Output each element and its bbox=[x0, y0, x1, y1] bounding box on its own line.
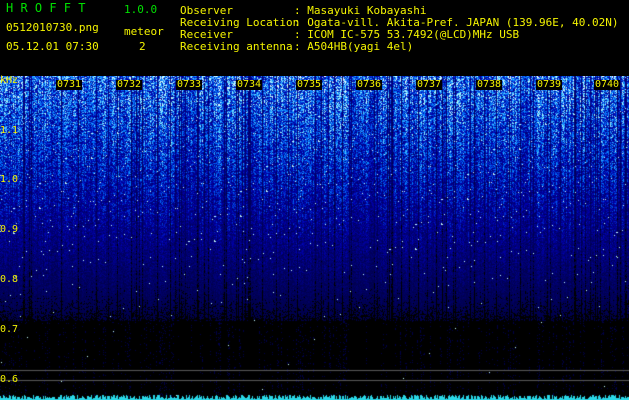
time-label-0735: 0735 bbox=[296, 79, 323, 90]
receiver-key: Receiver bbox=[180, 28, 233, 41]
meteor-count: 2 bbox=[139, 40, 146, 53]
antenna-value: : A504HB(yagi 4el) bbox=[294, 40, 414, 53]
freq-label-0-7: 0.7 bbox=[0, 324, 19, 335]
antenna-key: Receiving antenna bbox=[180, 40, 293, 53]
receiver-value: : ICOM IC-575 53.7492(@LCD)MHz USB bbox=[294, 28, 520, 41]
time-label-0736: 0736 bbox=[356, 79, 383, 90]
time-label-0733: 0733 bbox=[176, 79, 203, 90]
freq-label-1-0: 1.0 bbox=[0, 174, 19, 185]
freq-label-0-9: 0.9 bbox=[0, 224, 19, 235]
time-label-0732: 0732 bbox=[116, 79, 143, 90]
freq-label-1-1: 1.1 bbox=[0, 125, 19, 136]
time-label-0738: 0738 bbox=[476, 79, 503, 90]
time-label-0739: 0739 bbox=[536, 79, 563, 90]
time-label-0737: 0737 bbox=[416, 79, 443, 90]
freq-label-0-6: 0.6 bbox=[0, 374, 19, 385]
spectrogram-plot bbox=[0, 76, 629, 400]
time-label-0740: 0740 bbox=[594, 79, 621, 90]
location-key: Receiving Location bbox=[180, 16, 300, 29]
observer-key: Observer bbox=[180, 4, 233, 17]
meteor-label: meteor bbox=[124, 25, 164, 38]
location-value: : Ogata-vill. Akita-Pref. JAPAN (139.96E… bbox=[294, 16, 619, 29]
time-label-0731: 0731 bbox=[56, 79, 83, 90]
app-version: 1.0.0 bbox=[124, 3, 158, 16]
file-datetime: 05.12.01 07:30 bbox=[6, 40, 99, 53]
observer-value: : Masayuki Kobayashi bbox=[294, 4, 427, 17]
app-name: H R O F F T bbox=[6, 1, 86, 15]
file-name: 0512010730.png bbox=[6, 21, 99, 34]
freq-label-0-8: 0.8 bbox=[0, 274, 19, 285]
time-label-0734: 0734 bbox=[236, 79, 263, 90]
freq-unit-label: kHz bbox=[0, 75, 19, 86]
